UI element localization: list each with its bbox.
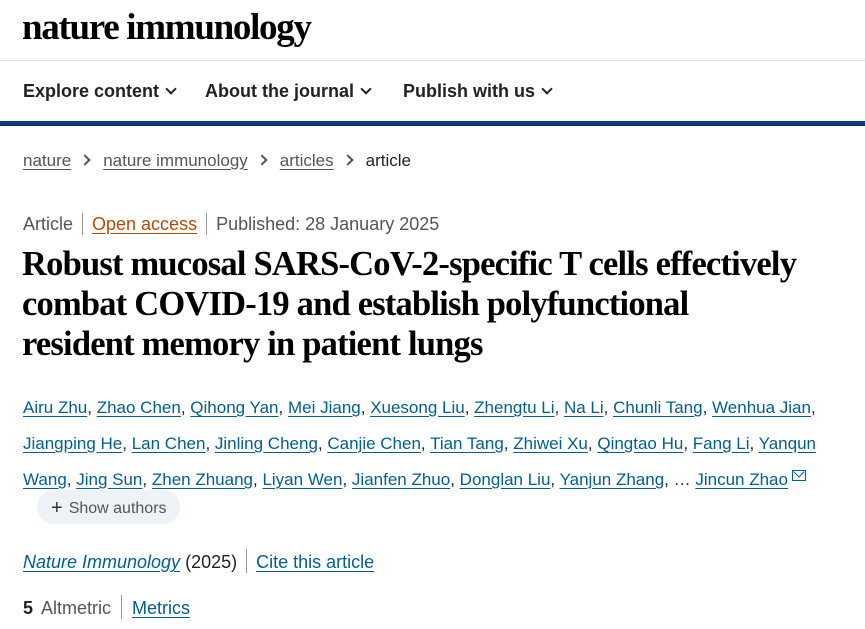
author-link[interactable]: Qihong Yan (190, 398, 278, 417)
author-link[interactable]: Lan Chen (132, 434, 206, 453)
authors-ellipsis: … (673, 470, 691, 489)
journal-citation: Nature Immunology (2025) Cite this articl… (23, 549, 374, 573)
envelope-icon[interactable] (791, 470, 806, 481)
divider (82, 213, 84, 235)
breadcrumb-nature-immunology[interactable]: nature immunology (103, 151, 248, 170)
nav-divider-bar (0, 121, 865, 126)
plus-icon: + (51, 496, 63, 519)
article-metrics: 5 Altmetric Metrics (23, 595, 190, 619)
article-title: Robust mucosal SARS-CoV-2-specific T cel… (22, 244, 862, 364)
site-header: nature immunology (0, 0, 865, 60)
open-access-link[interactable]: Open access (92, 214, 197, 234)
divider (206, 213, 208, 235)
chevron-right-icon (341, 154, 354, 166)
journal-year: (2025) (185, 552, 238, 572)
author-link[interactable]: Zhen Zhuang (152, 470, 253, 489)
author-link[interactable]: Chunli Tang (613, 398, 702, 417)
article-meta: Article Open access Published: 28 January … (23, 213, 439, 235)
author-link[interactable]: Na Li (564, 398, 604, 417)
author-link[interactable]: Mei Jiang (288, 398, 361, 417)
journal-link[interactable]: Nature Immunology (23, 552, 180, 572)
author-link[interactable]: Zhao Chen (97, 398, 181, 417)
author-link[interactable]: Jing Sun (76, 470, 142, 489)
published-date: Published: 28 January 2025 (216, 214, 440, 234)
divider (121, 595, 123, 619)
author-list: Airu Zhu, Zhao Chen, Qihong Yan, Mei Jia… (23, 398, 816, 489)
author-link[interactable]: Canjie Chen (327, 434, 421, 453)
author-link[interactable]: Tian Tang (430, 434, 504, 453)
cite-article-link[interactable]: Cite this article (256, 552, 374, 572)
metrics-link[interactable]: Metrics (132, 598, 190, 618)
main-nav: Explore content About the journal Publis… (0, 60, 865, 121)
author-link[interactable]: Airu Zhu (23, 398, 87, 417)
chevron-right-icon (79, 154, 91, 166)
author-link[interactable]: Xuesong Liu (370, 398, 465, 417)
author-link[interactable]: Jinling Cheng (215, 434, 318, 453)
author-link[interactable]: Liyan Wen (262, 470, 342, 489)
author-link[interactable]: Zhengtu Li (474, 398, 554, 417)
show-authors-button[interactable]: + Show authors (37, 490, 180, 524)
journal-logo[interactable]: nature immunology (22, 6, 312, 49)
author-link[interactable]: Jianfen Zhuo (352, 470, 450, 489)
breadcrumb-articles[interactable]: articles (280, 151, 334, 170)
nav-label: Publish with us (403, 81, 536, 101)
altmetric-score: 5 (23, 598, 34, 618)
nav-about-journal[interactable]: About the journal (205, 81, 372, 102)
author-link[interactable]: Jiangping He (23, 434, 122, 453)
author-link[interactable]: Donglan Liu (460, 470, 551, 489)
chevron-down-icon (165, 83, 177, 95)
title-line: combat COVID-19 and establish polyfuncti… (22, 285, 689, 323)
chevron-down-icon (360, 83, 372, 95)
nav-label: About the journal (205, 81, 354, 101)
corresponding-author-link[interactable]: Jincun Zhao (695, 470, 788, 489)
breadcrumb-nature[interactable]: nature (23, 151, 71, 170)
author-link[interactable]: Qingtao Hu (597, 434, 683, 453)
nav-label: Explore content (23, 81, 160, 101)
title-line: Robust mucosal SARS-CoV-2-specific T cel… (22, 245, 797, 283)
author-link[interactable]: Yanjun Zhang (560, 470, 665, 489)
author-link[interactable]: Fang Li (693, 434, 750, 453)
breadcrumb: nature nature immunology articles article (23, 151, 411, 171)
altmetric-label: Altmetric (41, 598, 112, 618)
author-link[interactable]: Wenhua Jian (712, 398, 811, 417)
breadcrumb-current: article (365, 151, 411, 170)
nav-publish-with-us[interactable]: Publish with us (403, 81, 553, 102)
chevron-down-icon (541, 83, 553, 95)
article-type: Article (23, 214, 74, 234)
chevron-right-icon (256, 154, 268, 166)
author-link[interactable]: Zhiwei Xu (513, 434, 588, 453)
title-line: resident memory in patient lungs (22, 325, 483, 363)
divider (246, 549, 248, 573)
nav-explore-content[interactable]: Explore content (23, 81, 177, 102)
show-authors-label: Show authors (68, 499, 167, 517)
